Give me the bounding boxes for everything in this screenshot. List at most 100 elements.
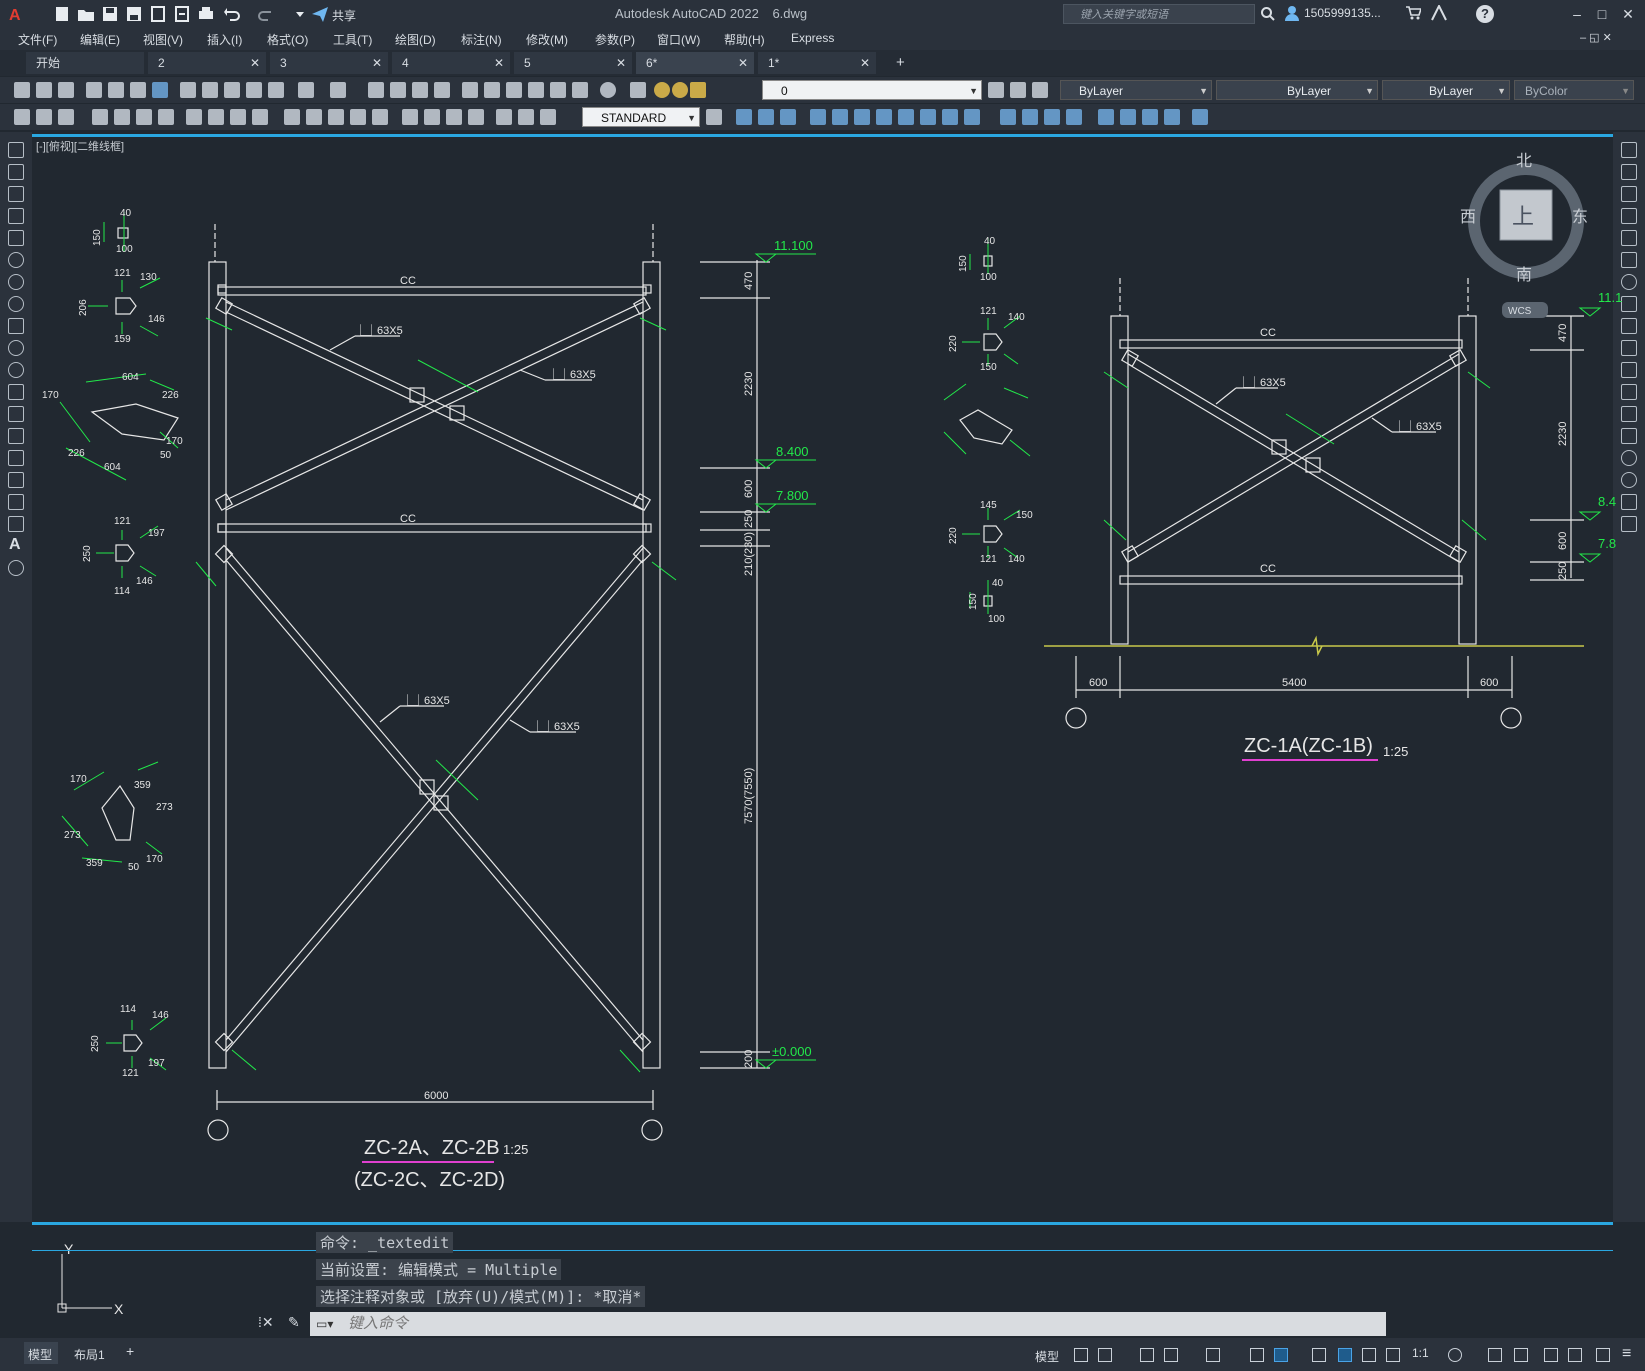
plate-dim: 159 [114, 334, 131, 345]
close-command-icon[interactable]: ⁞✕ [258, 1314, 274, 1331]
vdim: 250 [1557, 562, 1569, 580]
wcs-menu[interactable]: WCS [1508, 306, 1532, 317]
command-prompt-icon[interactable]: ▭▾ [316, 1312, 333, 1336]
brace-label: ⎿⏌63X5 [402, 693, 450, 707]
span-dim-text: 6000 [424, 1090, 448, 1102]
annotation-visibility-icon[interactable] [1338, 1348, 1352, 1362]
plate-dim: 121 [980, 554, 997, 565]
plate-dim: 250 [90, 1035, 101, 1052]
gear-icon[interactable] [1448, 1348, 1462, 1362]
polar-icon[interactable] [1164, 1348, 1178, 1362]
viewcube[interactable]: 上 北 南 东 西 WCS [1460, 152, 1588, 318]
plate-dim: 197 [148, 528, 165, 539]
elevation-label: 8.4 [1598, 494, 1616, 509]
clean-screen-icon[interactable] [1596, 1348, 1610, 1362]
units-icon[interactable] [1514, 1348, 1528, 1362]
plate-dim: 226 [162, 390, 179, 401]
vdim: 7570(7550) [743, 768, 755, 824]
plate-dim: 170 [70, 774, 87, 785]
plate-dim: 150 [1016, 510, 1033, 521]
plate-dim: 150 [92, 229, 103, 246]
plate-dim: 604 [122, 372, 139, 383]
brace-label: ⎿⏌63X5 [1238, 375, 1286, 389]
plate-details-left: 40 150 100 121 130 206 146 159 604 226 1… [42, 208, 183, 1079]
plate-dim: 140 [1008, 554, 1025, 565]
brace-label: ⎿⏌63X5 [355, 323, 403, 337]
lineweight-icon[interactable] [1312, 1348, 1326, 1362]
hardware-acceleration-icon[interactable] [1568, 1348, 1582, 1362]
right-frame: CC CC ⎿⏌63X5 ⎿⏌63X5 600 5400 600 470 223… [1044, 278, 1622, 761]
plate-dim: 359 [134, 780, 151, 791]
compass-west[interactable]: 西 [1460, 209, 1476, 226]
vdim: 200 [743, 1050, 755, 1068]
drawing-scale: 1:25 [1383, 744, 1408, 759]
object-snap-tracking-icon[interactable] [1250, 1348, 1264, 1362]
plate-dim: 146 [148, 314, 165, 325]
vdim: 470 [743, 272, 755, 290]
plate-dim: 197 [148, 1058, 165, 1069]
cad-drawing: .g{stroke:#e6e6e6;fill:none;stroke-width… [42, 152, 1622, 1317]
plate-dim: 121 [114, 516, 131, 527]
plate-dim: 40 [120, 208, 132, 219]
span-dim-text: 5400 [1282, 677, 1306, 689]
svg-text:X: X [114, 1301, 124, 1317]
plate-details-right: 40 150 100 121 140 220 150 145 150 220 1… [943, 236, 1033, 625]
viewcube-face[interactable]: 上 [1512, 204, 1534, 229]
command-input[interactable]: ▭▾ 键入命令 [310, 1312, 1386, 1336]
plus-icon[interactable] [1488, 1348, 1502, 1362]
vdim: 2230 [743, 372, 755, 396]
compass-south[interactable]: 南 [1516, 266, 1532, 284]
elevation-label: 11.100 [774, 238, 813, 253]
quick-properties-icon[interactable] [1544, 1348, 1558, 1362]
plate-dim: 114 [114, 586, 130, 597]
elevation-label: 11.1 [1598, 290, 1622, 305]
compass-east[interactable]: 东 [1572, 208, 1588, 226]
snap-icon[interactable] [1098, 1348, 1112, 1362]
object-snap-icon[interactable] [1274, 1348, 1288, 1362]
plate-dim: 50 [160, 450, 172, 461]
customize-icon[interactable]: ✎ [288, 1314, 300, 1331]
vdim: 600 [1557, 532, 1569, 550]
beam-label: CC [1260, 327, 1276, 339]
left-frame: CC CC ⎿⏌63X5 ⎿⏌63X5 ⎿⏌63X5 ⎿⏌63X5 6000 4… [195, 224, 816, 1191]
hamburger-menu-icon[interactable]: ≡ [1622, 1345, 1631, 1363]
plate-dim: 226 [68, 448, 85, 459]
plate-dim: 170 [146, 854, 163, 865]
brace-label: ⎿⏌63X5 [532, 719, 580, 733]
plate-dim: 50 [128, 862, 140, 873]
beam-label: CC [400, 275, 416, 287]
model-tab-label[interactable]: 模型 [28, 1346, 52, 1363]
plate-dim: 150 [980, 362, 997, 373]
brace-label: ⎿⏌63X5 [1394, 419, 1442, 433]
plate-dim: 150 [968, 593, 979, 610]
add-layout-button[interactable]: + [126, 1343, 134, 1359]
annotation-scale-icon[interactable] [1386, 1348, 1400, 1362]
elevation-label: 7.800 [776, 488, 809, 503]
model-space-button[interactable]: 模型 [1035, 1348, 1059, 1365]
elevation-label: 7.8 [1598, 536, 1616, 551]
annotation-scale-value[interactable]: 1:1 [1412, 1346, 1429, 1360]
plate-dim: 130 [140, 272, 157, 283]
svg-text:Y: Y [64, 1241, 74, 1257]
command-history-line: 命令: _textedit [316, 1232, 454, 1253]
drawing-subtitle: (ZC-2C、ZC-2D) [354, 1169, 505, 1191]
elevation-label: 8.400 [776, 444, 809, 459]
span-dim-text: 600 [1480, 677, 1498, 689]
ortho-icon[interactable] [1140, 1348, 1154, 1362]
plate-dim: 604 [104, 462, 121, 473]
layout1-tab-label[interactable]: 布局1 [74, 1346, 105, 1363]
compass-north[interactable]: 北 [1516, 152, 1532, 170]
grid-icon[interactable] [1074, 1348, 1088, 1362]
brace-label: ⎿⏌63X5 [548, 367, 596, 381]
ucs-icon: Y X [57, 1241, 124, 1317]
status-bar: 模型 布局1 + 模型 1:1 ≡ [0, 1338, 1645, 1371]
axis-bubble [207, 1119, 229, 1141]
command-placeholder: 键入命令 [348, 1315, 409, 1332]
plate-dim: 273 [64, 830, 81, 841]
command-divider [32, 1250, 1613, 1251]
axis-bubble [1065, 707, 1087, 729]
plate-dim: 40 [992, 578, 1004, 589]
plate-dim: 114 [120, 1004, 136, 1015]
isodraft-icon[interactable] [1206, 1348, 1220, 1362]
auto-scale-icon[interactable] [1362, 1348, 1376, 1362]
